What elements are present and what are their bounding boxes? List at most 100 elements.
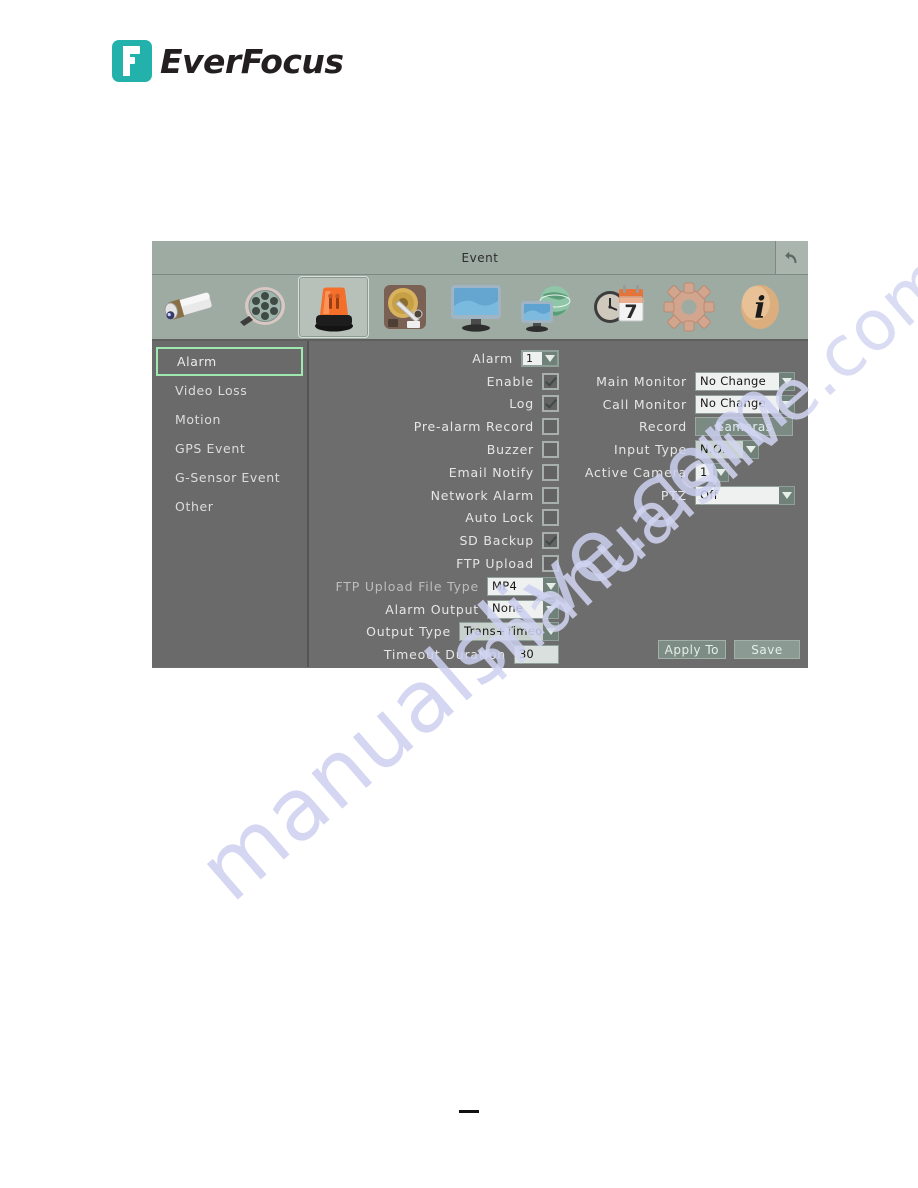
- alarm-select[interactable]: 1: [521, 349, 559, 367]
- toolbar-item-display[interactable]: [440, 276, 511, 338]
- dvr-setup-window: Event 7 i Alarm Video Loss Motion GPS Ev…: [152, 241, 808, 668]
- alarm-output-select[interactable]: None: [487, 599, 559, 619]
- everfocus-logo-mark: [112, 40, 152, 82]
- input-type-value: N.O.: [700, 442, 726, 457]
- sidebar-item-other[interactable]: Other: [156, 492, 303, 521]
- save-button[interactable]: Save: [734, 640, 800, 659]
- sidebar-item-g-sensor-event[interactable]: G-Sensor Event: [156, 463, 303, 492]
- toolbar-item-system[interactable]: [653, 276, 724, 338]
- label-input-type: Input Type: [613, 442, 687, 458]
- ftp-upload-file-type-value: MP4: [492, 578, 518, 593]
- call-monitor-select[interactable]: No Change: [695, 394, 795, 414]
- field-row-ftp-upload-file-type: FTP Upload File Type MP4: [309, 575, 559, 598]
- record-cameras-button[interactable]: Cameras: [695, 417, 793, 437]
- field-row-output-type: Output Type Trans+Timeout: [309, 621, 559, 644]
- info-icon: i: [740, 285, 779, 329]
- main-monitor-select[interactable]: No Change: [695, 371, 795, 391]
- hard-disk-icon: [383, 285, 426, 329]
- action-buttons: Apply To Save: [657, 640, 800, 659]
- window-body: Alarm Video Loss Motion GPS Event G-Sens…: [152, 341, 808, 667]
- label-ptz: PTZ: [660, 487, 687, 503]
- ptz-value: Off: [700, 487, 719, 502]
- alarm-output-value: None: [492, 601, 524, 616]
- alarm-settings-panel: Alarm 1 Enable Log Pre-alarm Record Buzz…: [309, 341, 808, 667]
- field-row-log: Log: [309, 393, 559, 416]
- field-row-input-type: Input Type N.O.: [577, 438, 807, 461]
- settings-left-column: Alarm 1 Enable Log Pre-alarm Record Buzz…: [309, 347, 559, 666]
- label-email-notify: Email Notify: [448, 464, 534, 480]
- module-toolbar: 7 i: [152, 275, 808, 341]
- field-row-main-monitor: Main Monitor No Change: [577, 370, 807, 393]
- timeout-duration-input[interactable]: 30: [514, 645, 559, 665]
- label-output-type: Output Type: [366, 624, 451, 640]
- clock-calendar-icon: 7: [593, 285, 643, 323]
- field-row-buzzer: Buzzer: [309, 438, 559, 461]
- ptz-select[interactable]: Off: [695, 485, 795, 505]
- field-row-ftp-upload: FTP Upload: [309, 552, 559, 575]
- output-type-select[interactable]: Trans+Timeout: [459, 622, 559, 642]
- toolbar-item-disk[interactable]: [369, 276, 440, 338]
- main-monitor-value: No Change: [700, 373, 767, 388]
- field-row-alarm-output: Alarm Output None: [309, 598, 559, 621]
- pre-alarm-record-checkbox[interactable]: [542, 418, 559, 436]
- call-monitor-value: No Change: [700, 396, 767, 411]
- field-row-call-monitor: Call Monitor No Change: [577, 393, 807, 416]
- chevron-down-icon[interactable]: [779, 372, 794, 390]
- ftp-upload-file-type-select[interactable]: MP4: [487, 576, 559, 596]
- timeout-duration-value: 30: [519, 647, 534, 661]
- alarm-select-value: 1: [526, 351, 533, 365]
- field-row-record: Record Cameras: [577, 416, 807, 439]
- page-number-marker: [459, 1110, 479, 1113]
- sidebar-item-video-loss[interactable]: Video Loss: [156, 376, 303, 405]
- sidebar-item-gps-event[interactable]: GPS Event: [156, 434, 303, 463]
- toolbar-item-schedule[interactable]: 7: [582, 276, 653, 338]
- toolbar-item-camera[interactable]: [156, 276, 227, 338]
- toolbar-item-event[interactable]: [298, 276, 369, 338]
- active-camera-select[interactable]: 1: [695, 463, 729, 483]
- apply-to-button[interactable]: Apply To: [657, 640, 726, 659]
- label-timeout-duration: Timeout Duration: [383, 647, 506, 663]
- label-main-monitor: Main Monitor: [596, 373, 687, 389]
- logo-bar-shape: [123, 46, 130, 76]
- email-notify-checkbox[interactable]: [542, 463, 559, 481]
- label-ftp-upload-file-type: FTP Upload File Type: [335, 578, 479, 594]
- film-reel-icon: [239, 287, 285, 326]
- chevron-down-icon[interactable]: [779, 486, 794, 504]
- label-call-monitor: Call Monitor: [602, 396, 687, 412]
- label-record: Record: [639, 419, 687, 435]
- chevron-down-icon[interactable]: [543, 600, 558, 618]
- sidebar-item-alarm[interactable]: Alarm: [156, 347, 303, 376]
- toolbar-item-network[interactable]: [511, 276, 582, 338]
- toolbar-item-information[interactable]: i: [724, 276, 795, 338]
- enable-checkbox[interactable]: [542, 372, 559, 390]
- field-row-sd-backup: SD Backup: [309, 529, 559, 552]
- label-alarm-output: Alarm Output: [385, 601, 479, 617]
- field-row-auto-lock: Auto Lock: [309, 507, 559, 530]
- chevron-down-icon[interactable]: [543, 577, 558, 595]
- log-checkbox[interactable]: [542, 395, 559, 413]
- chevron-down-icon[interactable]: [543, 623, 558, 641]
- window-title: Event: [461, 250, 499, 265]
- alarm-light-icon: [314, 287, 353, 332]
- chevron-down-icon[interactable]: [779, 395, 794, 413]
- camera-icon: [164, 292, 213, 320]
- sd-backup-checkbox[interactable]: [542, 532, 559, 550]
- field-row-active-camera: Active Camera 1: [577, 461, 807, 484]
- window-titlebar: Event: [152, 241, 808, 275]
- network-globe-icon: [520, 286, 570, 332]
- chevron-down-icon[interactable]: [743, 441, 758, 459]
- auto-lock-checkbox[interactable]: [542, 509, 559, 527]
- chevron-down-icon[interactable]: [542, 351, 557, 365]
- network-alarm-checkbox[interactable]: [542, 486, 559, 504]
- ftp-upload-checkbox[interactable]: [542, 555, 559, 573]
- label-pre-alarm-record: Pre-alarm Record: [413, 419, 534, 435]
- toolbar-item-record[interactable]: [227, 276, 298, 338]
- input-type-select[interactable]: N.O.: [695, 440, 759, 460]
- label-enable: Enable: [486, 373, 534, 389]
- everfocus-logo: EverFocus: [112, 40, 344, 82]
- back-button[interactable]: [775, 241, 808, 274]
- chevron-down-icon[interactable]: [713, 464, 728, 482]
- sidebar-item-motion[interactable]: Motion: [156, 405, 303, 434]
- buzzer-checkbox[interactable]: [542, 441, 559, 459]
- field-row-email-notify: Email Notify: [309, 461, 559, 484]
